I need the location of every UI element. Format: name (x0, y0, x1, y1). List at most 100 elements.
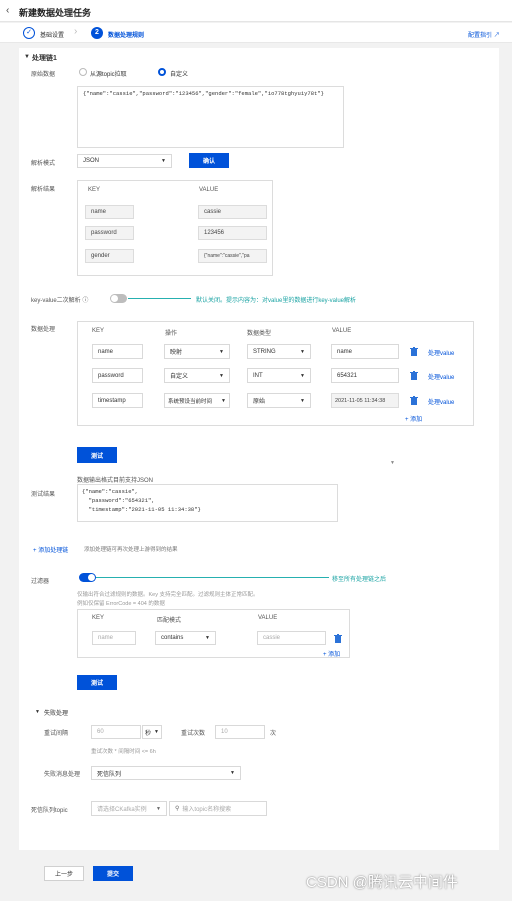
filter-header-key: KEY (92, 615, 105, 621)
filter-value-input[interactable]: cassie (257, 631, 326, 645)
delete-trash-icon[interactable] (410, 371, 418, 380)
filter-mode-select[interactable]: contains ▼ (155, 631, 216, 645)
source-radio-topic[interactable] (79, 68, 87, 76)
process-value-link[interactable]: 处理value (428, 397, 454, 406)
fail-handle-select[interactable]: 死信队列 ▼ (91, 766, 241, 780)
result-key-cell: gender (85, 249, 134, 263)
retry-interval-input[interactable]: 60 (91, 725, 141, 739)
info-icon: ⓘ (82, 298, 89, 304)
filter-hint: 仅输出符合过滤规则的数据。Key 支持完全匹配。过滤规则主体正常匹配。 (77, 592, 259, 598)
process-header-key: KEY (92, 328, 105, 334)
chevron-down-icon: ▼ (205, 635, 210, 641)
retry-count-input[interactable]: 10 (215, 725, 265, 739)
delete-trash-icon[interactable] (410, 347, 418, 356)
process-value-link[interactable]: 处理value (428, 372, 454, 381)
output-format-note: 数据输出格式目前支持JSON (77, 478, 154, 484)
filter-key-input[interactable]: name (92, 631, 136, 645)
process-add-link[interactable]: + 添加 (405, 414, 422, 423)
test-result-box: {"name":"cassie", "password":"654321", "… (77, 484, 338, 522)
retry-hint: 重试次数 * 间隔时间 <= 6h (91, 749, 156, 755)
parse-result-label: 解析结果 (31, 187, 56, 193)
source-option-custom[interactable]: 自定义 (170, 69, 188, 78)
submit-button[interactable]: 提交 (93, 866, 133, 881)
chevron-down-icon: ▼ (300, 372, 305, 379)
result-key-cell: password (85, 226, 134, 240)
filter-toggle[interactable] (79, 573, 96, 582)
step-done-check-icon: ✓ (23, 27, 35, 39)
filter-annotation: 移至所有处理链之后 (332, 577, 387, 583)
process-key-input[interactable]: timestamp (92, 393, 143, 408)
watermark: CSDN @腾讯云中间件 (306, 874, 458, 891)
result-header-key: KEY (88, 187, 101, 193)
parse-mode-select[interactable]: JSON ▼ (77, 154, 172, 168)
process-type-select[interactable]: 原始 ▼ (247, 393, 311, 408)
process-type-select[interactable]: STRING ▼ (247, 344, 311, 359)
main-card: ▼ 处理链1 原始数据 从源topic拉取 自定义 {"name":"cassi… (19, 48, 499, 850)
dlq-topic-search[interactable]: ⚲ 输入topic名称搜索 (169, 801, 267, 816)
dlq-instance-select[interactable]: 请选择CKafka实例 ▼ (91, 801, 167, 816)
annotation-line (128, 298, 191, 299)
chevron-down-icon: ▼ (221, 397, 226, 404)
page-title: 新建数据处理任务 (19, 8, 92, 18)
process-value-input[interactable]: 654321 (331, 368, 399, 383)
chevron-down-icon: ▼ (219, 348, 224, 355)
chevron-down-icon: ▼ (300, 348, 305, 355)
process-op-select[interactable]: 系统预设当前时间 ▼ (164, 393, 230, 408)
filter-table: KEY 匹配模式 VALUE name contains ▼ cassie + 添… (77, 609, 350, 658)
confirm-button[interactable]: 确认 (189, 153, 229, 168)
step-arrow-icon: › (74, 26, 78, 37)
delete-trash-icon[interactable] (410, 396, 418, 405)
annotation-line (96, 577, 329, 578)
failure-collapse-icon[interactable]: ▼ (35, 709, 40, 715)
plus-icon: + (33, 548, 37, 554)
retry-count-label: 重试次数 (181, 731, 206, 737)
add-chain-link[interactable]: + 添加处理链 (33, 545, 68, 554)
kv-parse-toggle[interactable] (110, 294, 127, 303)
result-value-cell: 123456 (198, 226, 267, 240)
process-op-select[interactable]: 映射 ▼ (164, 344, 230, 359)
prev-step-button[interactable]: 上一步 (44, 866, 84, 881)
source-option-topic[interactable]: 从源topic拉取 (90, 69, 127, 78)
step-1-label[interactable]: 基础设置 (40, 30, 64, 39)
process-op-select[interactable]: 自定义 ▼ (164, 368, 230, 383)
toggle-knob (88, 574, 95, 581)
step-2-number: 2 (91, 27, 103, 39)
top-bar: ‹ 新建数据处理任务 (0, 0, 512, 22)
process-header-value: VALUE (332, 328, 352, 334)
test-result-line: {"name":"cassie", (82, 488, 139, 495)
retry-interval-label: 重试间隔 (44, 731, 69, 737)
filter-header-value: VALUE (258, 615, 278, 621)
filter-add-link[interactable]: + 添加 (323, 649, 340, 658)
failure-title: 失败处理 (44, 711, 69, 717)
process-key-input[interactable]: name (92, 344, 143, 359)
parse-mode-value: JSON (83, 158, 100, 164)
step-2-label: 数据处理规则 (108, 33, 145, 39)
result-value-cell: {"name":"cassie","pa (198, 249, 267, 263)
process-type-select[interactable]: INT ▼ (247, 368, 311, 383)
process-test-button[interactable]: 测试 (77, 447, 117, 463)
process-value-input[interactable]: name (331, 344, 399, 359)
test-result-label: 测试结果 (31, 492, 56, 498)
process-key-input[interactable]: password (92, 368, 143, 383)
filter-label: 过滤器 (31, 579, 50, 585)
chevron-down-icon: ▼ (219, 372, 224, 379)
raw-json-text: {"name":"cassie","password":"123456","ge… (83, 90, 324, 97)
help-link[interactable]: 配置指引 ↗ (468, 30, 500, 39)
process-value-link[interactable]: 处理value (428, 348, 454, 357)
result-header-value: VALUE (199, 187, 219, 193)
chain-collapse-icon[interactable]: ▼ (24, 54, 30, 60)
search-icon: ⚲ (175, 806, 180, 812)
chain-title: 处理链1 (32, 55, 57, 62)
delete-trash-icon[interactable] (334, 634, 342, 643)
result-key-cell: name (85, 205, 134, 219)
fail-handle-label: 失败消息处理 (44, 772, 81, 778)
retry-unit-select[interactable]: 秒 ▼ (142, 725, 162, 739)
parse-result-table: KEY VALUE name cassie password 123456 ge… (77, 180, 273, 276)
collapse-caret-icon[interactable]: ▼ (390, 460, 395, 466)
external-link-icon: ↗ (493, 33, 500, 39)
source-radio-custom[interactable] (158, 68, 166, 76)
kv-parse-label: key-value二次解析 ⓘ (31, 298, 89, 304)
filter-test-button[interactable]: 测试 (77, 675, 117, 690)
raw-data-textarea[interactable]: {"name":"cassie","password":"123456","ge… (77, 86, 344, 148)
back-arrow-icon[interactable]: ‹ (6, 5, 9, 16)
